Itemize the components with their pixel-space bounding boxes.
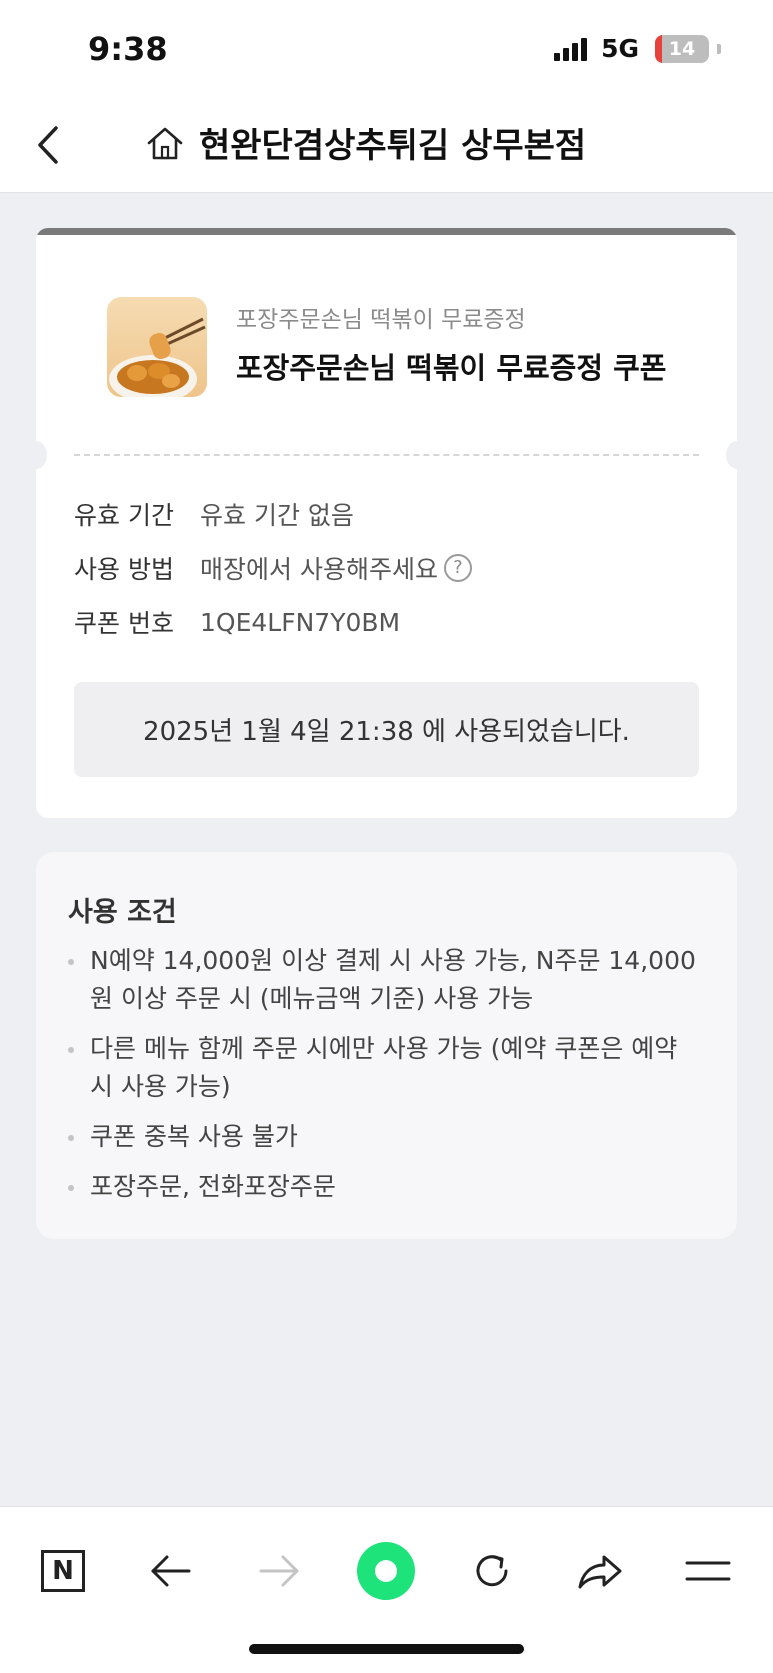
coupon-code: 1QE4LFN7Y0BM bbox=[200, 607, 401, 637]
forward-nav-button[interactable] bbox=[249, 1541, 309, 1601]
battery-level: 14 bbox=[668, 37, 696, 60]
coupon-name: 포장주문손님 떡볶이 무료증정 쿠폰 bbox=[236, 351, 667, 385]
refresh-button[interactable] bbox=[462, 1541, 522, 1601]
network-label: 5G bbox=[601, 34, 639, 63]
detail-row-code: 쿠폰 번호 1QE4LFN7Y0BM bbox=[74, 604, 400, 640]
battery-cap bbox=[717, 43, 721, 54]
coupon-top-border bbox=[36, 228, 737, 235]
green-dot-icon bbox=[357, 1542, 415, 1600]
ticket-notch-left bbox=[36, 441, 47, 469]
question-icon[interactable]: ? bbox=[443, 554, 472, 582]
share-icon bbox=[578, 1555, 622, 1589]
back-nav-button[interactable] bbox=[141, 1541, 201, 1601]
naver-logo-icon: N bbox=[41, 1550, 85, 1592]
tteokbokki-image bbox=[107, 297, 207, 397]
bullet-icon bbox=[68, 959, 74, 965]
list-item: 포장주문, 전화포장주문 bbox=[68, 1168, 697, 1206]
header-title-group[interactable]: 현완단겸상추튀김 상무본점 bbox=[145, 118, 586, 167]
bullet-icon bbox=[68, 1135, 74, 1141]
detail-label: 사용 방법 bbox=[74, 555, 174, 584]
header: 현완단겸상추튀김 상무본점 bbox=[0, 100, 773, 193]
detail-label: 유효 기간 bbox=[74, 501, 174, 530]
status-time: 9:38 bbox=[88, 30, 168, 68]
battery-icon: 14 bbox=[655, 34, 709, 63]
list-item: N예약 14,000원 이상 결제 시 사용 가능, N주문 14,000원 이… bbox=[68, 942, 697, 1018]
refresh-icon bbox=[476, 1555, 508, 1587]
list-item: 쿠폰 중복 사용 불가 bbox=[68, 1118, 697, 1156]
bullet-icon bbox=[68, 1185, 74, 1191]
arrow-left-icon bbox=[151, 1555, 191, 1587]
share-button[interactable] bbox=[570, 1541, 630, 1601]
page-title: 현완단겸상추튀김 상무본점 bbox=[199, 126, 587, 166]
list-item: 다른 메뉴 함께 주문 시에만 사용 가능 (예약 쿠폰은 예약시 사용 가능) bbox=[68, 1030, 697, 1106]
signal-icon bbox=[554, 37, 588, 61]
conditions-list: N예약 14,000원 이상 결제 시 사용 가능, N주문 14,000원 이… bbox=[68, 942, 697, 1218]
home-icon bbox=[147, 127, 183, 159]
detail-value: 유효 기간 없음 bbox=[200, 501, 354, 530]
detail-row-validity: 유효 기간 유효 기간 없음 bbox=[74, 496, 354, 532]
home-indicator bbox=[249, 1644, 524, 1654]
status-bar: 9:38 5G 14 bbox=[0, 0, 773, 100]
usage-conditions-card: 사용 조건 N예약 14,000원 이상 결제 시 사용 가능, N주문 14,… bbox=[36, 852, 737, 1239]
back-button[interactable] bbox=[30, 120, 70, 170]
used-status-box: 2025년 1월 4일 21:38 에 사용되었습니다. bbox=[74, 682, 699, 777]
used-message: 2025년 1월 4일 21:38 에 사용되었습니다. bbox=[143, 717, 630, 747]
status-indicators: 5G 14 bbox=[554, 34, 721, 63]
arrow-right-icon bbox=[259, 1555, 299, 1587]
naver-home-button[interactable]: N bbox=[33, 1541, 93, 1601]
coupon-thumbnail bbox=[107, 297, 207, 397]
bullet-icon bbox=[68, 1047, 74, 1053]
menu-icon bbox=[685, 1561, 731, 1581]
conditions-title: 사용 조건 bbox=[68, 897, 177, 928]
ticket-divider bbox=[74, 454, 699, 456]
coupon-card: 포장주문손님 떡볶이 무료증정 포장주문손님 떡볶이 무료증정 쿠폰 유효 기간… bbox=[36, 228, 737, 818]
detail-row-usage: 사용 방법 매장에서 사용해주세요 ? bbox=[74, 550, 472, 586]
ticket-notch-right bbox=[726, 441, 737, 469]
detail-value-wrap: 매장에서 사용해주세요 ? bbox=[200, 550, 472, 586]
detail-label: 쿠폰 번호 bbox=[74, 609, 174, 638]
green-dot-button[interactable] bbox=[356, 1541, 416, 1601]
menu-button[interactable] bbox=[678, 1541, 738, 1601]
chevron-left-icon bbox=[38, 126, 58, 164]
coupon-subtitle: 포장주문손님 떡볶이 무료증정 bbox=[236, 307, 526, 333]
detail-value: 매장에서 사용해주세요 bbox=[200, 555, 438, 584]
